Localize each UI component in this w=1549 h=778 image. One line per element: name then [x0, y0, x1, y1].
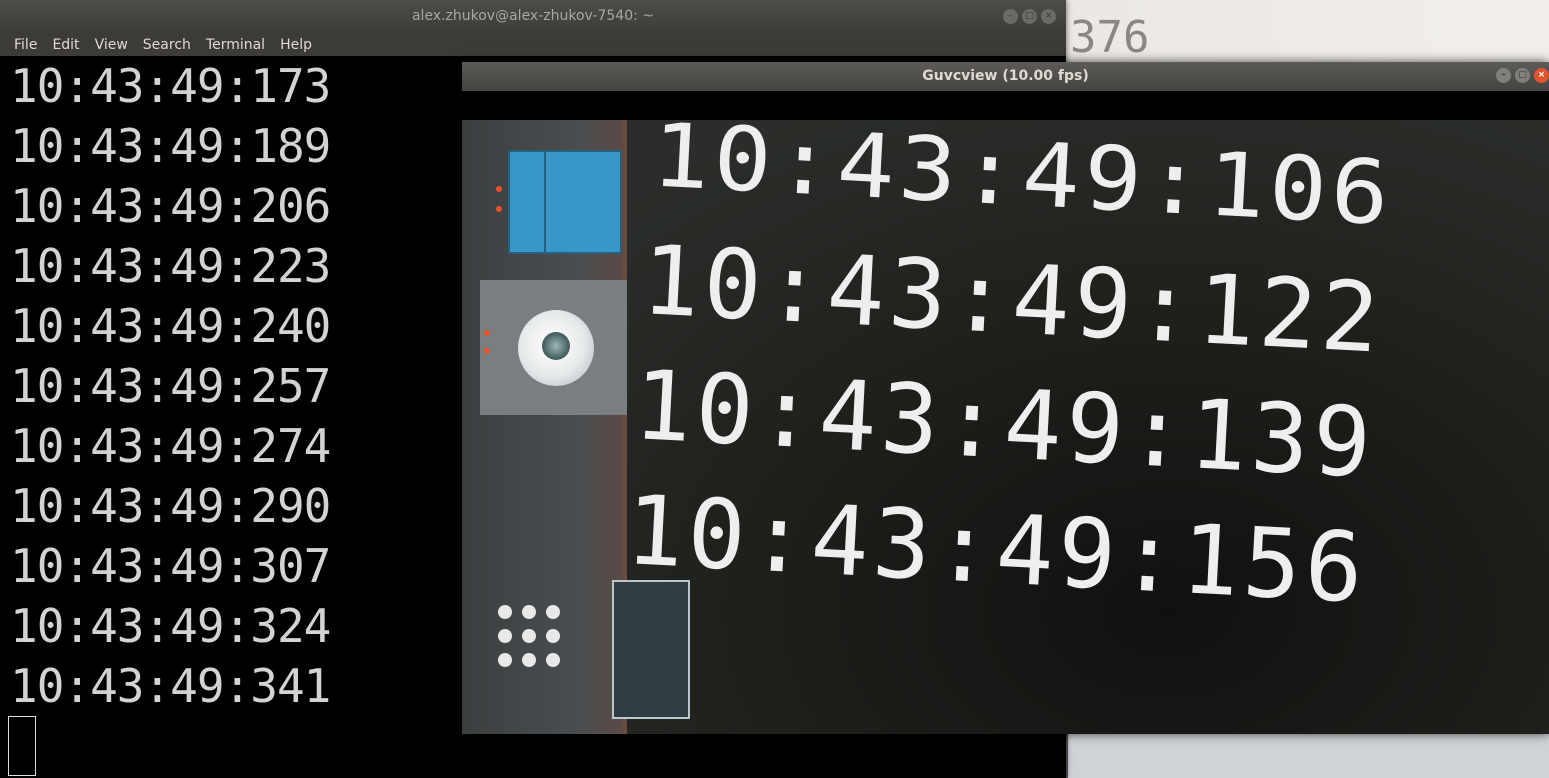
terminal-line: 10:43:49:307	[10, 539, 331, 593]
terminal-line: 10:43:49:206	[10, 179, 331, 233]
menu-view[interactable]: View	[87, 37, 135, 53]
terminal-line: 10:43:49:290	[10, 479, 331, 533]
menu-terminal[interactable]: Terminal	[198, 37, 272, 53]
guvcview-title: Guvcview (10.00 fps)	[922, 68, 1089, 84]
webcam-app-tile	[480, 280, 627, 415]
guvcview-titlebar[interactable]: Guvcview (10.00 fps) – □ ×	[462, 62, 1549, 91]
menu-file[interactable]: File	[6, 37, 44, 53]
indicator-dot-icon	[496, 206, 502, 212]
close-icon[interactable]: ×	[1041, 9, 1056, 24]
terminal-menubar: File Edit View Search Terminal Help	[0, 33, 1066, 56]
terminal-line: 10:43:49:173	[10, 59, 331, 113]
video-timestamp: 10:43:49:139	[631, 349, 1378, 500]
video-timestamp: 10:43:49:106	[649, 120, 1396, 246]
terminal-cursor	[8, 716, 36, 776]
video-timestamp: 10:43:49:156	[623, 474, 1370, 625]
maximize-icon[interactable]: □	[1515, 68, 1530, 83]
terminal-line: 10:43:49:324	[10, 599, 331, 653]
terminal-line: 10:43:49:274	[10, 419, 331, 473]
menu-search[interactable]: Search	[135, 37, 198, 53]
camera-preview: 10:43:49:106 10:43:49:122 10:43:49:139 1…	[462, 120, 1549, 734]
launcher-tile-icon	[544, 150, 622, 254]
terminal-titlebar[interactable]: alex.zhukov@alex-zhukov-7540: ~ – □ ×	[0, 0, 1066, 33]
launcher-tile-icon	[508, 150, 547, 254]
terminal-line: 10:43:49:240	[10, 299, 331, 353]
close-icon[interactable]: ×	[1534, 68, 1549, 83]
video-timestamp: 10:43:49:122	[639, 224, 1386, 375]
indicator-dot-icon	[484, 348, 490, 354]
preview-launcher-sidebar	[462, 120, 627, 734]
apps-grid-icon	[498, 605, 560, 667]
terminal-line: 10:43:49:189	[10, 119, 331, 173]
menu-edit[interactable]: Edit	[44, 37, 86, 53]
maximize-icon[interactable]: □	[1022, 9, 1037, 24]
indicator-dot-icon	[484, 330, 490, 336]
desktop-background-number: 376	[1070, 12, 1150, 63]
minimize-icon[interactable]: –	[1496, 68, 1511, 83]
guvcview-window[interactable]: Guvcview (10.00 fps) – □ × 10:43:49:106 …	[462, 62, 1549, 734]
minimize-icon[interactable]: –	[1003, 9, 1018, 24]
indicator-dot-icon	[496, 186, 502, 192]
terminal-title: alex.zhukov@alex-zhukov-7540: ~	[411, 8, 655, 24]
terminal-line: 10:43:49:257	[10, 359, 331, 413]
terminal-window-controls: – □ ×	[1003, 9, 1056, 24]
menu-help[interactable]: Help	[272, 37, 319, 53]
webcam-icon	[518, 310, 594, 386]
terminal-line: 10:43:49:341	[10, 659, 331, 713]
guvcview-window-controls: – □ ×	[1496, 68, 1549, 83]
terminal-line: 10:43:49:223	[10, 239, 331, 293]
desktop-bottom-area	[1062, 734, 1549, 778]
preview-window-frame	[612, 580, 690, 719]
